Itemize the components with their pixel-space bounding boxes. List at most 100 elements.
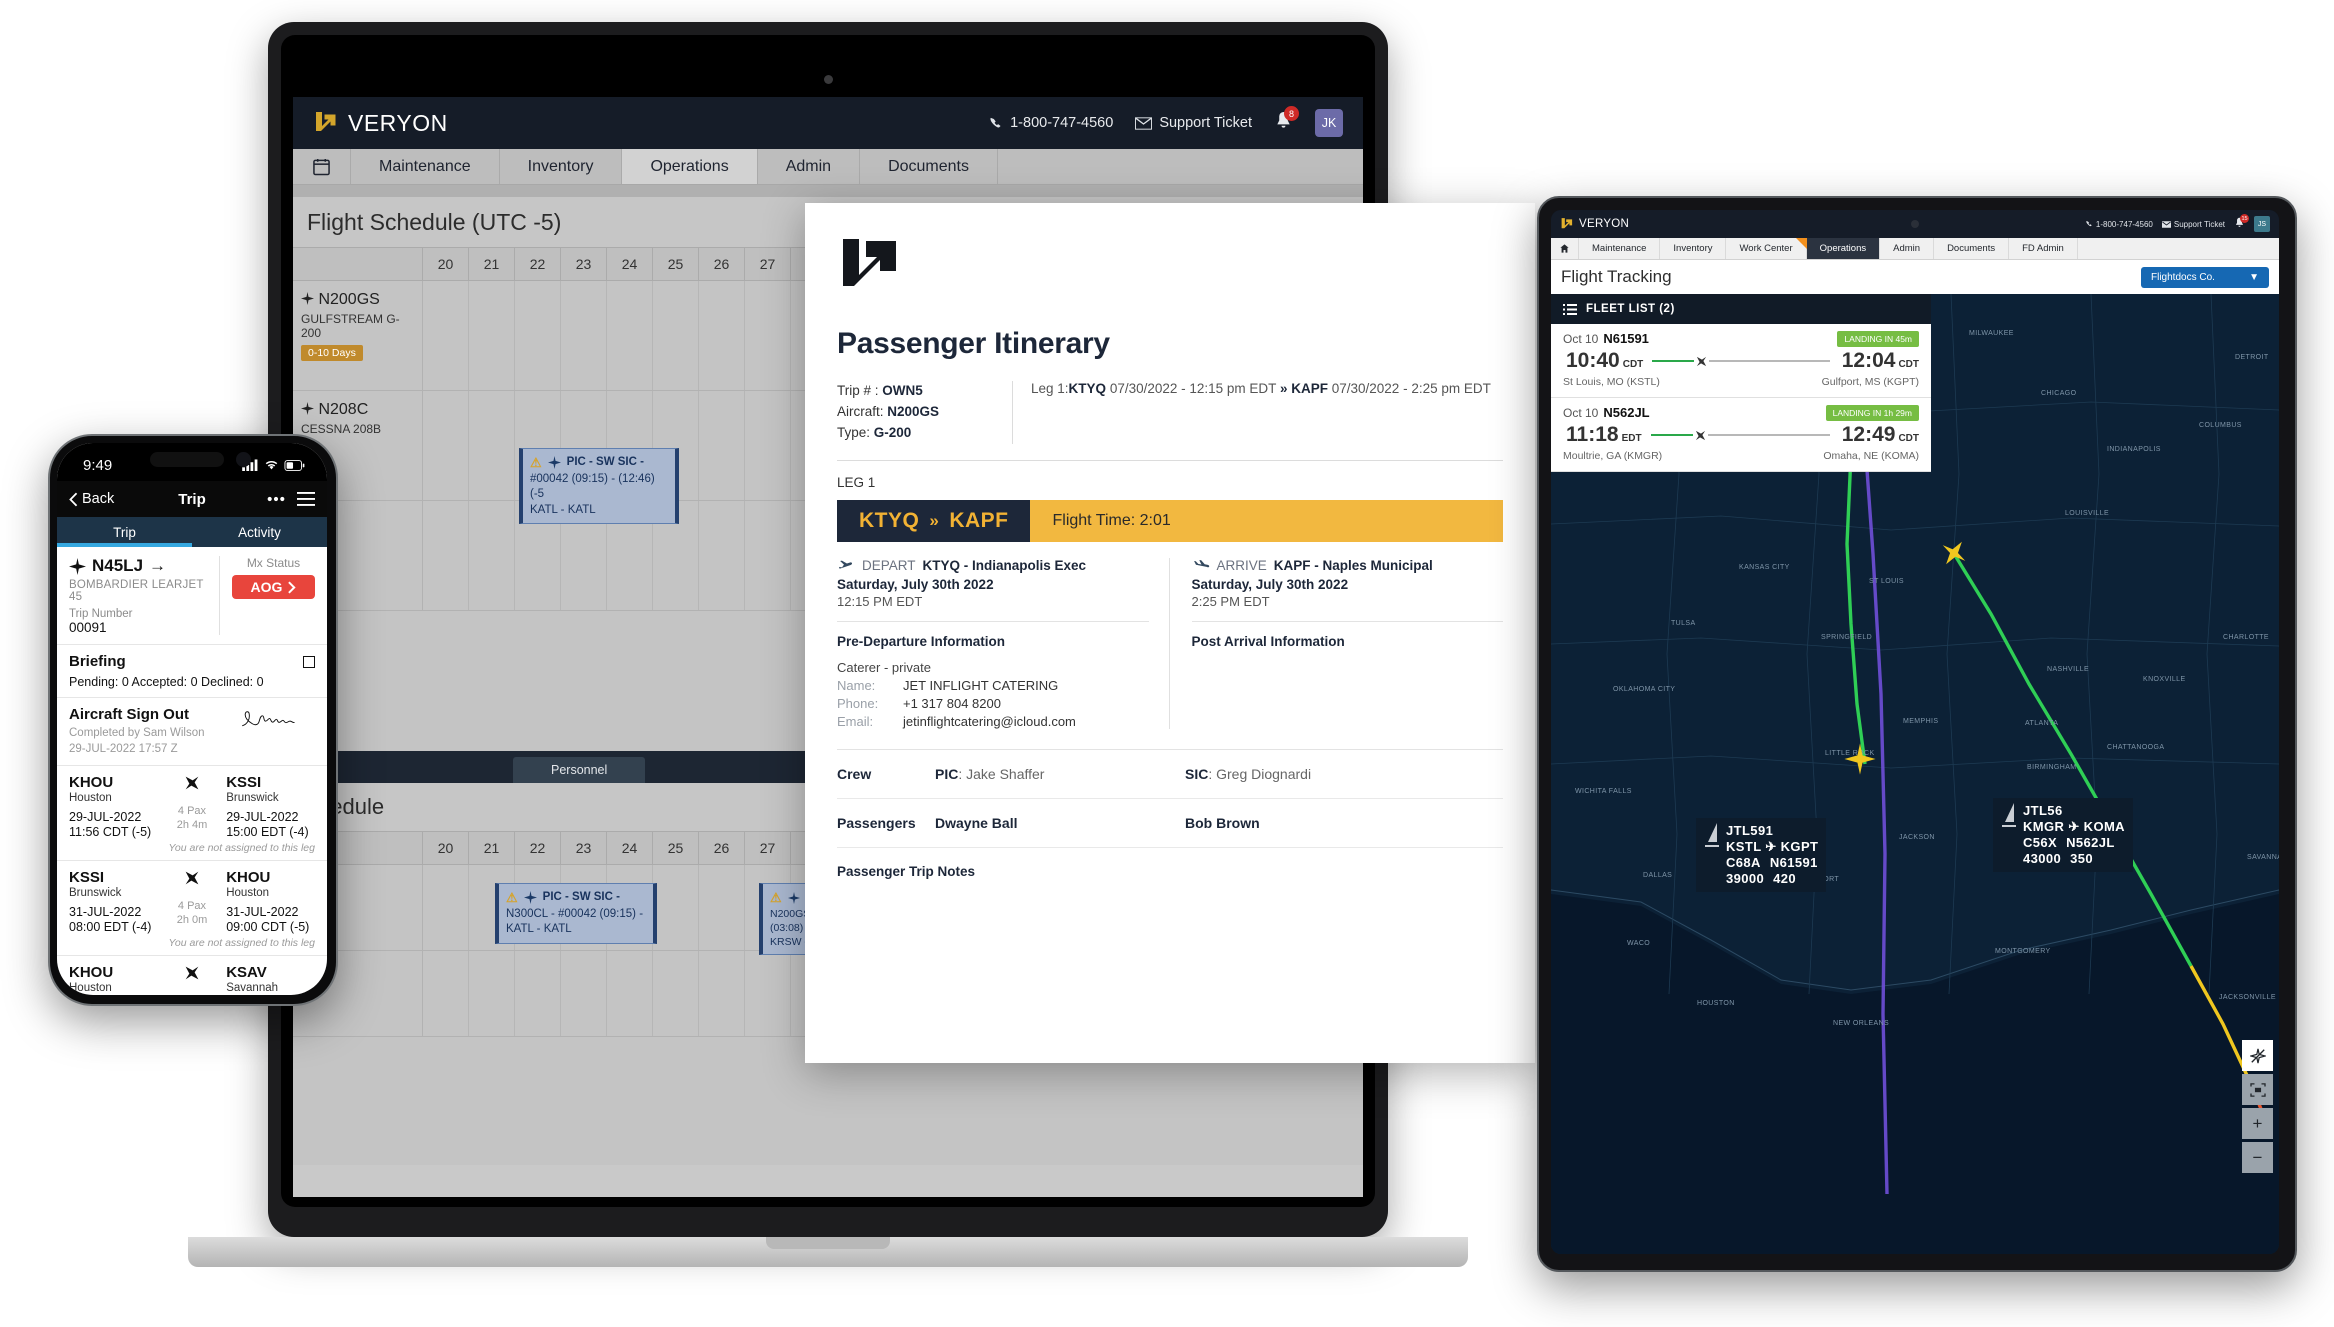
nav-item-operations[interactable]: Operations <box>1806 238 1881 259</box>
tab-personnel[interactable]: Personnel <box>513 757 646 783</box>
zoom-in-button[interactable]: + <box>2242 1108 2273 1139</box>
back-button[interactable]: Back <box>69 491 114 507</box>
aircraft-filter-button[interactable] <box>2242 1040 2273 1071</box>
nav-strip <box>293 185 1363 197</box>
hamburger-icon[interactable] <box>297 492 315 506</box>
warning-icon: ⚠ <box>770 890 782 905</box>
leg-dest-code: KSAV <box>226 964 267 982</box>
leg-route-arrow-icon: » <box>929 510 940 530</box>
fleet-list-row[interactable]: Oct 10 N61591 LANDING IN 45m 10:40 CDT 1… <box>1551 324 1931 398</box>
nav-item-maintenance[interactable]: Maintenance <box>1579 238 1661 259</box>
plane-icon <box>787 891 800 904</box>
nav-item-fd-admin[interactable]: FD Admin <box>2009 238 2078 259</box>
fleet-list-row[interactable]: Oct 10 N562JL LANDING IN 1h 29m 11:18 EDT <box>1551 398 1931 472</box>
zoom-out-button[interactable]: − <box>2242 1142 2273 1173</box>
leg-route-from: KTYQ <box>859 508 920 532</box>
support-phone[interactable]: 1-800-747-4560 <box>988 115 1113 131</box>
company-selector[interactable]: Flightdocs Co. ▼ <box>2141 266 2269 288</box>
map-flight-label[interactable]: JTL591 KSTL ✈ KGPT C68A N61591 39000 420 <box>1696 818 1827 893</box>
post-arrival-heading: Post Arrival Information <box>1191 633 1345 649</box>
map-flight-altitude: 39000 <box>1726 870 1765 886</box>
user-avatar[interactable]: JK <box>1315 109 1343 137</box>
leg-origin-time: 11:56 CDT (-5) <box>69 825 152 840</box>
fleet-dep-place: Moultrie, GA (KMGR) <box>1563 450 1663 462</box>
nav-home[interactable] <box>293 149 351 184</box>
map-flight-route: KSTL ✈ KGPT <box>1726 839 1818 855</box>
tab-activity[interactable]: Activity <box>192 517 327 547</box>
leg-grid: KSSI Brunswick 31-JUL-2022 08:00 EDT (-4… <box>69 869 315 934</box>
support-phone-label: 1-800-747-4560 <box>2095 219 2153 229</box>
map-place-label: ST LOUIS <box>1869 578 1904 585</box>
gantt-cell <box>699 501 745 610</box>
briefing-checkbox[interactable] <box>303 655 315 668</box>
back-label: Back <box>82 491 115 507</box>
crew-sic: SIC: Greg Diognardi <box>1185 765 1312 782</box>
gantt-day-cell: 27 <box>745 248 791 280</box>
notifications-button[interactable]: 15 <box>2234 214 2249 231</box>
trip-chip-line1: N300CL - #00042 (09:15) - <box>506 907 644 920</box>
nav-item-documents[interactable]: Documents <box>1934 238 2010 259</box>
user-avatar[interactable]: JS <box>2254 216 2270 232</box>
map-flight-label[interactable]: JTL56 KMGR ✈ KOMA C56X N562JL 43000 350 <box>1993 798 2133 873</box>
type-value: G-200 <box>873 424 912 440</box>
map-flight-tail: N61591 <box>1769 854 1818 870</box>
nav-item-inventory[interactable]: Inventory <box>1660 238 1727 259</box>
trip-leg-row[interactable]: KSSI Brunswick 31-JUL-2022 08:00 EDT (-4… <box>57 861 327 957</box>
trip-number-label: Trip Number <box>69 608 133 620</box>
chevron-right-icon <box>288 580 297 594</box>
fit-bounds-button[interactable] <box>2242 1074 2273 1105</box>
aircraft-marker-icon[interactable] <box>1939 538 1969 568</box>
veryon-logo[interactable]: VERYON <box>313 110 448 137</box>
arrive-tag: ARRIVE <box>1216 557 1267 573</box>
gantt-cell <box>561 951 607 1036</box>
aog-status-badge[interactable]: AOG <box>232 575 315 599</box>
trip-leg-row[interactable]: KHOU Houston 02-AUG-2022 11:53 CDT (-5) … <box>57 956 327 995</box>
aircraft-marker-icon[interactable] <box>1843 742 1877 776</box>
support-ticket-label: Support Ticket <box>1159 115 1252 131</box>
aircraft-label: Aircraft: <box>837 403 884 419</box>
leg-to-time: 07/30/2022 - 2:25 pm EDT <box>1331 381 1491 396</box>
briefing-counts: Pending: 0 Accepted: 0 Declined: 0 <box>69 675 264 689</box>
nav-item-work-center[interactable]: Work Center <box>1726 238 1807 259</box>
support-ticket[interactable]: Support Ticket <box>1135 115 1252 131</box>
trip-leg-row[interactable]: KHOU Houston 29-JUL-2022 11:56 CDT (-5) … <box>57 766 327 862</box>
gantt-day-cell: 23 <box>561 248 607 280</box>
nav-item-inventory[interactable]: Inventory <box>500 149 623 184</box>
briefing-section[interactable]: Briefing Pending: 0 Accepted: 0 Declined… <box>57 645 327 698</box>
trip-chip-line2: KATL - KATL <box>506 923 572 936</box>
map-flight-route: KMGR ✈ KOMA <box>2023 819 2125 835</box>
nav-item-admin[interactable]: Admin <box>1880 238 1935 259</box>
aircraft-sign-out-section[interactable]: Aircraft Sign Out Completed by Sam Wilso… <box>57 698 327 767</box>
fleet-list-header[interactable]: FLEET LIST (2) <box>1551 294 1931 324</box>
flight-tracking-map[interactable]: CHICAGO ST LOUIS KANSAS CITY SPRINGFIELD… <box>1551 294 2279 1254</box>
map-place-label: WICHITA FALLS <box>1575 788 1632 795</box>
gantt-cell <box>653 281 699 390</box>
support-ticket[interactable]: Support Ticket <box>2161 220 2225 229</box>
gantt-trip-chip[interactable]: ⚠ PIC - SW SIC - #00042 (09:15) - (12:46… <box>519 448 679 525</box>
chevron-left-icon <box>69 492 78 506</box>
nav-item-operations[interactable]: Operations <box>622 149 758 184</box>
nav-item-documents[interactable]: Documents <box>860 149 998 184</box>
leg-assignment-note: You are not assigned to this leg <box>168 842 315 855</box>
nav-home[interactable] <box>1551 238 1579 259</box>
veryon-logo[interactable]: VERYON <box>1560 217 1629 231</box>
gantt-aircraft-cell[interactable]: N200GS GULFSTREAM G-200 0-10 Days <box>293 281 423 390</box>
support-phone[interactable]: 1-800-747-4560 <box>2085 220 2153 229</box>
aog-label: AOG <box>250 579 283 595</box>
nav-item-admin[interactable]: Admin <box>758 149 861 184</box>
nav-item-maintenance[interactable]: Maintenance <box>351 149 500 184</box>
caterer-email-row: Email: jetinflightcatering@icloud.com <box>837 714 1149 729</box>
gantt-cell <box>515 951 561 1036</box>
more-icon[interactable] <box>267 496 285 502</box>
leg-origin-code: KHOU <box>69 774 114 792</box>
calendar-icon <box>313 158 330 175</box>
leg-to-code: KAPF <box>1291 381 1328 396</box>
home-icon <box>1560 244 1569 253</box>
gantt-trip-chip[interactable]: ⚠ PIC - SW SIC - N300CL - #00042 (09:15)… <box>495 883 657 944</box>
gantt-day-cell: 26 <box>699 248 745 280</box>
map-place-label: NASHVILLE <box>2047 666 2090 673</box>
trip-tail-number: N45LJ → <box>69 556 219 576</box>
notifications-button[interactable]: 8 <box>1274 106 1299 135</box>
depart-airport: KTYQ - Indianapolis Exec <box>922 557 1087 573</box>
document-logo-icon <box>837 237 907 301</box>
